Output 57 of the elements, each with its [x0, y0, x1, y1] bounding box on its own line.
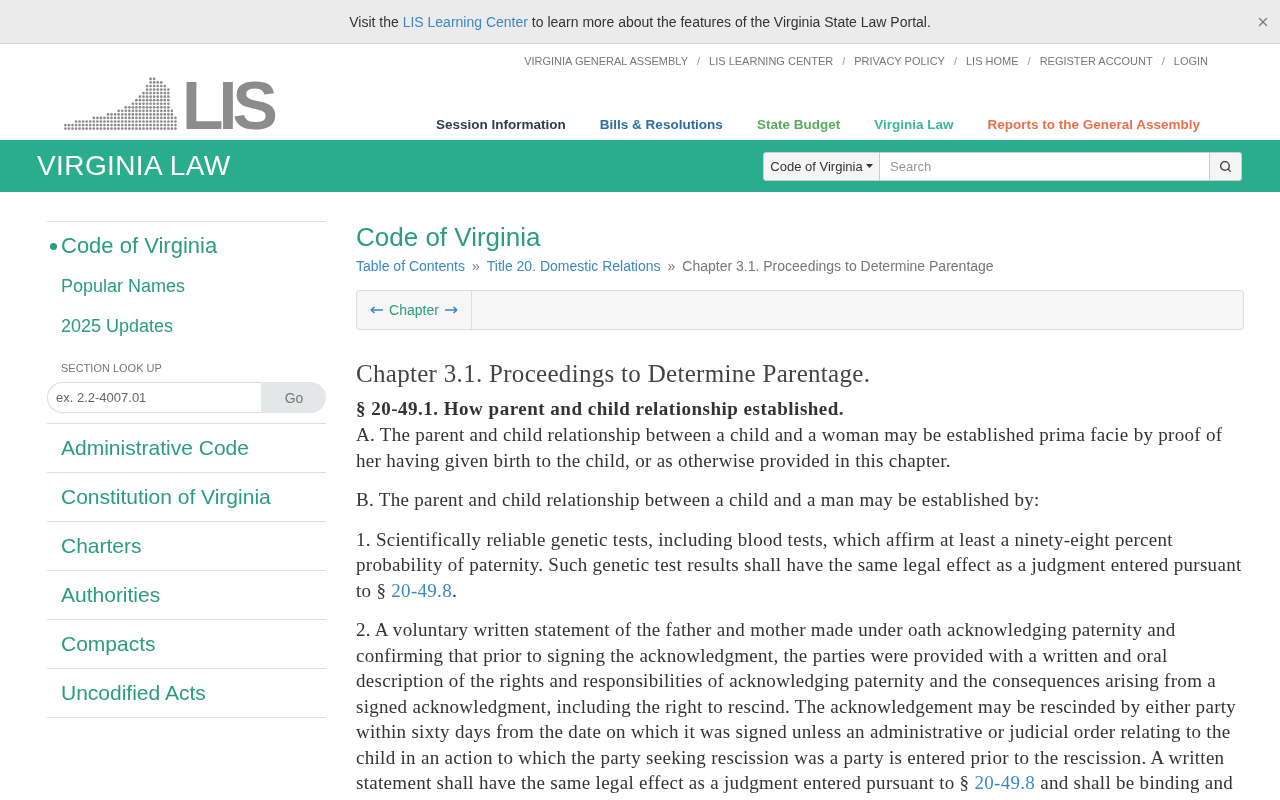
- caret-icon: [865, 164, 873, 168]
- breadcrumb-separator: »: [667, 257, 676, 275]
- breadcrumb-link[interactable]: Table of Contents: [356, 257, 465, 275]
- page-title: Code of Virginia: [356, 221, 542, 253]
- sidebar-link[interactable]: Authorities: [47, 581, 161, 609]
- lookup-label: SECTION LOOK UP: [60, 362, 163, 374]
- next-button[interactable]: [444, 306, 458, 314]
- breadcrumb-separator: »: [471, 257, 480, 275]
- paragraph: B. The parent and child relationship between a child and a man may be established by:: [356, 488, 1041, 512]
- link-separator: /: [953, 55, 957, 68]
- announcement-text: Visit the LIS Learning Center to learn more about the features of the Virginia State Law Portal.: [349, 13, 931, 30]
- sidebar-link[interactable]: Constitution of Virginia: [47, 483, 271, 511]
- learning-center-link[interactable]: LIS Learning Center: [402, 13, 528, 30]
- bullet-icon: [50, 242, 57, 250]
- section-link[interactable]: 20-49.8: [391, 579, 452, 601]
- utility-link[interactable]: VIRGINIA GENERAL ASSEMBLY: [524, 55, 688, 68]
- nav-link[interactable]: State Budget: [756, 116, 841, 134]
- link-separator: /: [1161, 55, 1165, 68]
- search-field[interactable]: Search: [880, 151, 1210, 181]
- sidebar-link[interactable]: Compacts: [47, 630, 156, 658]
- site-title: VIRGINIA LAW: [37, 150, 231, 182]
- link-separator: /: [697, 55, 701, 68]
- right-arrow-icon: [444, 306, 458, 314]
- sidebar-sublink[interactable]: 2025 Updates: [47, 306, 326, 346]
- breadcrumb-current: Chapter 3.1. Proceedings to Determine Parentage: [682, 257, 994, 275]
- nav-link[interactable]: Bills & Resolutions: [599, 116, 723, 134]
- sidebar-link[interactable]: Administrative Code: [47, 434, 249, 462]
- nav-link[interactable]: Virginia Law: [874, 116, 954, 134]
- section-lookup-field[interactable]: ex. 2.2-4007.01: [47, 382, 261, 413]
- link-separator: /: [842, 55, 846, 68]
- utility-link[interactable]: LIS LEARNING CENTER: [709, 55, 834, 68]
- nav-link[interactable]: Reports to the General Assembly: [987, 116, 1200, 134]
- link-separator: /: [1027, 55, 1031, 68]
- section-link[interactable]: 20-49.8: [974, 772, 1036, 793]
- paragraph: A. The parent and child relationship between a child and a woman may be established prima facie by proof of her having given birth to the child, or as otherwise provided in this chapter.: [356, 423, 1224, 473]
- paragraph: 2. A voluntary written statement of the father and mother made under oath acknowledging paternity and confirming that prior to signing the acknowledgment, the parties were provided with a written and oral description of the rights and responsibilities of acknowledging paternity and the consequences arising from a signed acknowledgment, including the right to rescind. The acknowledgement may be rescinded by either party within sixty days from the date on which it was signed unless an administrative or judicial order relating to the child in an action to which the party seeking rescission was a party is entered prior to the rescission. A written statement shall have the same legal effect as a judgment entered pursuant to § 20-49.8 and shall be binding and: [356, 618, 1238, 795]
- sidebar-link[interactable]: Uncodified Acts: [47, 679, 206, 707]
- search-icon: [1219, 159, 1232, 173]
- sidebar-link[interactable]: Charters: [47, 532, 142, 560]
- section-heading: § 20-49.1. How parent and child relationship established.: [356, 397, 846, 421]
- previous-button[interactable]: [370, 306, 384, 314]
- search-button[interactable]: [1210, 151, 1242, 181]
- logo-text[interactable]: LIS: [182, 80, 278, 130]
- chapter-title: Chapter 3.1. Proceedings to Determine Parentage.: [356, 360, 872, 388]
- utility-link[interactable]: LOGIN: [1173, 55, 1208, 68]
- scope-dropdown[interactable]: Code of Virginia: [763, 151, 880, 181]
- nav-link[interactable]: Session Information: [436, 116, 566, 134]
- pager-label: Chapter: [389, 302, 439, 318]
- paragraph: 1. Scientifically reliable genetic tests, including blood tests, which affirm at least a ninety-eight percent probability of paternity. Such genetic test results shall have the same legal effect as a judgment entered pursuant to § 20-49.8.: [356, 527, 1243, 603]
- utility-link[interactable]: PRIVACY POLICY: [854, 55, 945, 68]
- utility-link[interactable]: REGISTER ACCOUNT: [1039, 55, 1153, 68]
- go-button[interactable]: Go: [261, 382, 326, 413]
- sidebar-link[interactable]: Code of Virginia: [47, 222, 326, 266]
- sidebar-sublink[interactable]: Popular Names: [47, 266, 326, 306]
- left-arrow-icon: [370, 306, 384, 314]
- utility-link[interactable]: LIS HOME: [966, 55, 1019, 68]
- breadcrumb-link[interactable]: Title 20. Domestic Relations: [486, 257, 661, 275]
